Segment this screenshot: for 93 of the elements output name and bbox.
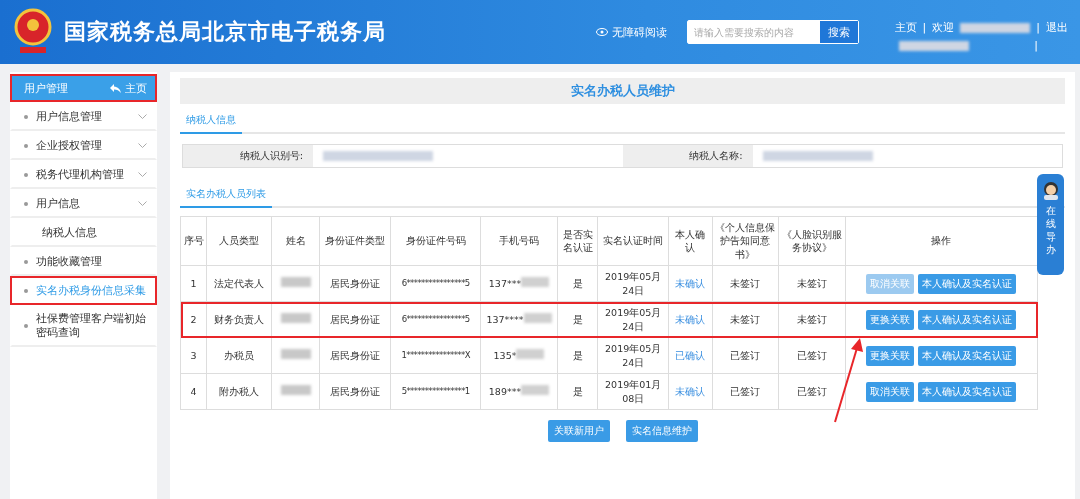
table-cell: 2 (180, 301, 207, 338)
status-link[interactable]: 已确认 (668, 337, 712, 374)
status-link[interactable]: 未确认 (668, 265, 712, 302)
column-header: 序号 (180, 216, 207, 266)
redacted-username (898, 40, 969, 51)
action-button[interactable]: 取消关联 (866, 381, 915, 402)
table-cell: 已签订 (778, 373, 846, 410)
table-cell: 137**** (486, 313, 524, 325)
table-cell: 已签订 (712, 373, 779, 410)
table-cell: 居民身份证 (319, 337, 391, 374)
separator: | (1034, 39, 1038, 52)
table-cell: 2019年05月24日 (597, 337, 669, 374)
header-link[interactable]: 退出 (1046, 20, 1068, 35)
table-cell: 1****************X (390, 337, 481, 374)
header-link[interactable]: 欢迎 (932, 20, 955, 35)
status-link[interactable]: 未确认 (668, 373, 712, 410)
action-button[interactable]: 本人确认及实名认证 (918, 381, 1017, 402)
redacted-name (280, 276, 311, 287)
chevron-down-icon (138, 200, 147, 207)
table-cell: 是 (557, 337, 598, 374)
home-link[interactable]: 主页 (110, 80, 147, 96)
accessibility-link[interactable]: 无障碍阅读 (595, 24, 667, 40)
table-cell: 137*** (488, 277, 522, 289)
table-cell: 未签订 (778, 265, 846, 302)
eye-icon (595, 28, 608, 36)
redacted-name (280, 312, 311, 323)
table-cell: 189*** (488, 385, 522, 397)
separator: | (922, 21, 927, 34)
action-button[interactable]: 更换关联 (866, 345, 915, 366)
chevron-down-icon (138, 113, 147, 120)
table-cell: 4 (180, 373, 207, 410)
column-header: 身份证件类型 (319, 216, 391, 266)
table-cell: 2019年05月24日 (597, 265, 669, 302)
sidebar-item[interactable]: 实名办税身份信息采集 (10, 276, 157, 305)
action-button[interactable]: 实名信息维护 (625, 420, 698, 442)
tab[interactable]: 纳税人信息 (180, 108, 242, 134)
redacted-name (280, 348, 311, 359)
sidebar-item[interactable]: 纳税人信息 (10, 218, 157, 247)
redacted-phone (516, 348, 545, 359)
sidebar-item[interactable]: 用户信息管理 (10, 102, 157, 131)
header-link[interactable]: 主页 (894, 20, 917, 35)
column-header: 是否实名认证 (557, 216, 598, 266)
column-header: 身份证件号码 (390, 216, 481, 266)
table-cell: 2019年01月08日 (597, 373, 669, 410)
column-header: 人员类型 (206, 216, 272, 266)
table-cell: 1 (180, 265, 207, 302)
chevron-down-icon (138, 171, 147, 178)
table-cell: 办税员 (206, 337, 272, 374)
action-button[interactable]: 本人确认及实名认证 (918, 345, 1017, 366)
page-title: 实名办税人员维护 (180, 78, 1065, 104)
table-cell: 已签订 (712, 337, 779, 374)
redacted-username (960, 22, 1031, 33)
action-button[interactable]: 本人确认及实名认证 (918, 273, 1017, 294)
back-arrow-icon (110, 83, 121, 93)
action-button[interactable]: 关联新用户 (547, 420, 610, 442)
tab[interactable]: 实名办税人员列表 (180, 182, 272, 208)
sidebar-title: 用户管理 (24, 80, 68, 96)
field-label: 纳税人识别号: (183, 145, 313, 167)
table-cell: 居民身份证 (319, 373, 391, 410)
table-cell: 是 (557, 265, 598, 302)
table-cell: 5****************1 (390, 373, 481, 410)
chevron-down-icon (138, 142, 147, 149)
table-cell: 135* (493, 349, 517, 361)
column-header: 姓名 (271, 216, 320, 266)
table-cell: 未签订 (712, 265, 779, 302)
table-cell: 已签订 (778, 337, 846, 374)
table-cell: 是 (557, 373, 598, 410)
table-cell: 居民身份证 (319, 265, 391, 302)
sidebar-item[interactable]: 企业授权管理 (10, 131, 157, 160)
field-label: 纳税人名称: (622, 145, 753, 167)
redacted-phone (521, 384, 550, 395)
action-button[interactable]: 本人确认及实名认证 (918, 309, 1017, 330)
redacted-phone (521, 276, 550, 287)
column-header: 本人确认 (668, 216, 712, 266)
sidebar-item[interactable]: 用户信息 (10, 189, 157, 218)
site-title: 国家税务总局北京市电子税务局 (64, 18, 387, 46)
table-cell: 6****************5 (390, 265, 481, 302)
table-cell: 3 (180, 337, 207, 374)
table-cell: 附办税人 (206, 373, 272, 410)
redacted-name (280, 384, 311, 395)
separator: | (1036, 21, 1040, 34)
guide-label[interactable]: 在线导办 (1045, 204, 1056, 256)
column-header: 手机号码 (480, 216, 558, 266)
sidebar-item[interactable]: 税务代理机构管理 (10, 160, 157, 189)
table-cell: 法定代表人 (206, 265, 272, 302)
column-header: 实名认证时间 (597, 216, 669, 266)
sidebar-item[interactable]: 社保费管理客户端初始密码查询 (10, 305, 157, 347)
column-header: 《人脸识别服务协议》 (778, 216, 846, 266)
action-button[interactable]: 更换关联 (866, 309, 915, 330)
redacted-phone (523, 312, 552, 323)
online-guide-widget[interactable]: 在线导办 (1037, 174, 1064, 275)
column-header: 《个人信息保护告知同意书》 (712, 216, 779, 266)
sidebar-item[interactable]: 功能收藏管理 (10, 247, 157, 276)
